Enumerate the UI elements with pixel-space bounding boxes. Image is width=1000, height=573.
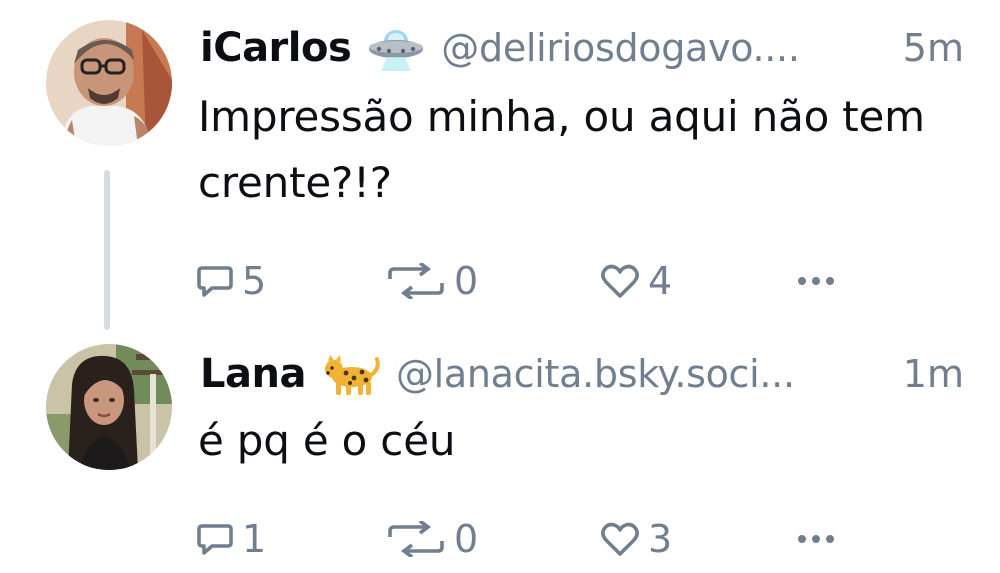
like-button[interactable]: 4 [600, 256, 672, 306]
post-text: Impressão minha, ou aqui não tem crente?… [198, 92, 925, 207]
more-options-button[interactable] [796, 256, 836, 306]
repost-arrows-icon [388, 521, 444, 557]
handle[interactable]: @deliriosdogavo.... [441, 26, 889, 70]
post-actions: 5 0 4 [196, 256, 876, 306]
repost-button[interactable]: 0 [386, 514, 478, 564]
heart-icon [601, 522, 639, 556]
post-text: é pq é o céu [198, 416, 456, 465]
thread-line [104, 170, 110, 330]
reply-count: 1 [242, 517, 267, 561]
more-dots-icon [798, 277, 834, 285]
repost-count: 0 [454, 259, 479, 303]
post-header: Lana @lanacita.bsky.soci... 1m [200, 344, 964, 404]
display-name[interactable]: iCarlos [200, 25, 352, 71]
avatar[interactable] [46, 20, 172, 146]
repost-count: 0 [454, 517, 479, 561]
timestamp[interactable]: 1m [903, 352, 964, 396]
like-button[interactable]: 3 [600, 514, 672, 564]
post-item[interactable]: Lana @lanacita.bsky.soci... 1m é pq é o … [0, 330, 1000, 573]
handle[interactable]: @lanacita.bsky.soci... [396, 352, 889, 396]
like-count: 3 [648, 517, 673, 561]
more-options-button[interactable] [796, 514, 836, 564]
leopard-emoji-icon [322, 351, 380, 397]
repost-arrows-icon [388, 263, 444, 299]
flying-saucer-emoji-icon [367, 25, 425, 71]
display-name[interactable]: Lana [200, 351, 306, 397]
reply-button[interactable]: 1 [196, 514, 266, 564]
post-actions: 1 0 3 [196, 514, 876, 564]
post-header: iCarlos @deliriosdogavo.... 5m [200, 18, 964, 78]
avatar-photo [46, 344, 172, 470]
reply-button[interactable]: 5 [196, 256, 266, 306]
avatar-photo [46, 20, 172, 146]
repost-button[interactable]: 0 [386, 256, 478, 306]
avatar[interactable] [46, 344, 172, 470]
reply-bubble-icon [197, 524, 233, 555]
post-item[interactable]: iCarlos @deliriosdogavo.... 5m Impressão… [0, 0, 1000, 330]
like-count: 4 [648, 259, 673, 303]
reply-bubble-icon [197, 266, 233, 297]
reply-count: 5 [242, 259, 267, 303]
heart-icon [601, 264, 639, 298]
more-dots-icon [798, 535, 834, 543]
timestamp[interactable]: 5m [903, 26, 964, 70]
